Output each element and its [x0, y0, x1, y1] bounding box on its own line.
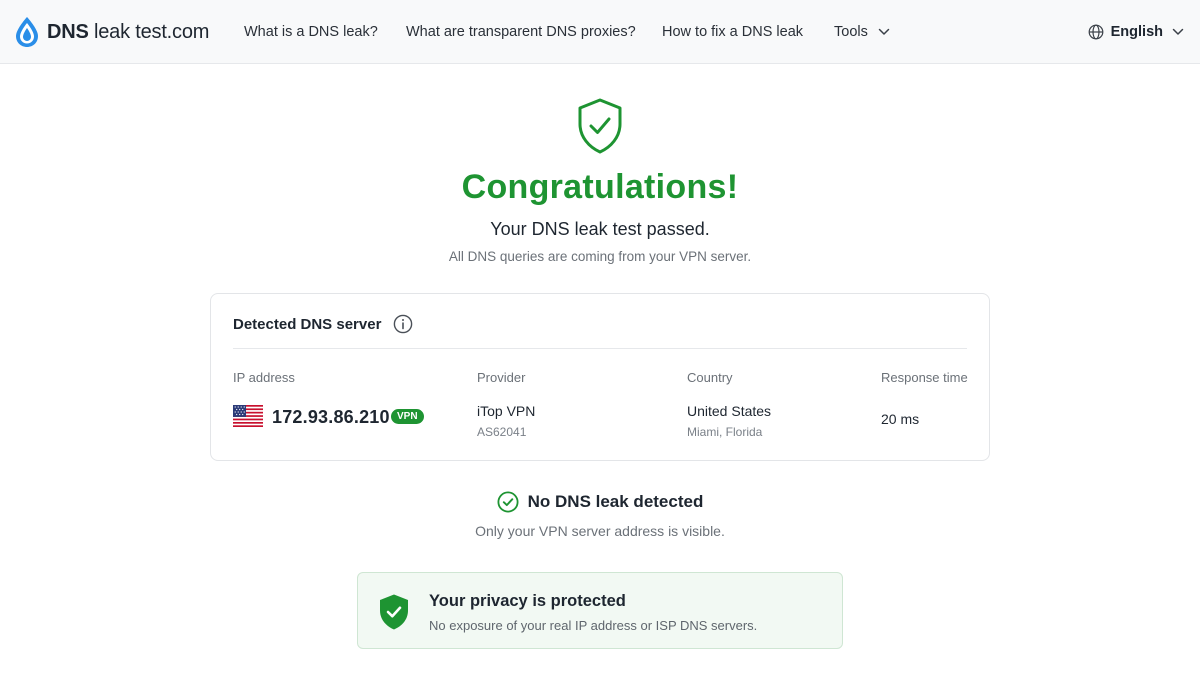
chevron-down-icon: [1172, 28, 1184, 35]
response-time-value: 20 ms: [881, 411, 920, 427]
column-header-response-time: Response time: [881, 370, 968, 385]
language-selector[interactable]: English: [1088, 22, 1184, 42]
nav-transparent-dns-proxies[interactable]: What are transparent DNS proxies?: [406, 22, 636, 42]
result-heading: Congratulations!: [461, 168, 739, 206]
language-label: English: [1110, 24, 1163, 40]
chevron-down-icon: [878, 28, 890, 35]
column-header-ip: IP address: [233, 370, 295, 385]
country-name: United States: [687, 403, 772, 419]
water-drop-logo-icon: [16, 17, 38, 47]
info-icon[interactable]: [393, 314, 413, 334]
no-leak-result: No DNS leak detected: [0, 490, 1200, 514]
vpn-badge: VPN: [391, 409, 424, 424]
privacy-title: Your privacy is protected: [429, 592, 626, 610]
globe-icon: [1088, 24, 1104, 40]
column-header-provider: Provider: [477, 370, 526, 385]
provider-name: iTop VPN: [477, 403, 536, 419]
nav-tools-label: Tools: [834, 24, 868, 40]
site-logo[interactable]: DNS leak test.com: [14, 16, 209, 48]
test-passed-text: Your DNS leak test passed.: [490, 219, 710, 239]
nav-tools-dropdown[interactable]: Tools: [834, 22, 890, 42]
privacy-protected-banner: Your privacy is protected No exposure of…: [357, 572, 843, 649]
nav-fix-dns-leak[interactable]: How to fix a DNS leak: [662, 22, 803, 42]
column-header-country: Country: [687, 370, 733, 385]
shield-check-icon: [578, 98, 622, 154]
no-leak-subtitle: Only your VPN server address is visible.: [475, 523, 725, 539]
card-divider: [233, 348, 967, 349]
card-title-text: Detected DNS server: [233, 315, 382, 333]
nav-what-is-dns-leak[interactable]: What is a DNS leak?: [244, 22, 378, 42]
us-flag-icon: [233, 405, 263, 427]
test-passed-description: All DNS queries are coming from your VPN…: [448, 249, 752, 264]
city-name: Miami, Florida: [687, 425, 763, 439]
provider-asn: AS62041: [477, 425, 527, 439]
top-navbar: DNS leak test.com What is a DNS leak? Wh…: [0, 0, 1200, 64]
no-leak-title: No DNS leak detected: [527, 492, 704, 511]
shield-check-filled-icon: [380, 594, 408, 630]
privacy-subtitle: No exposure of your real IP address or I…: [429, 618, 758, 633]
check-circle-icon: [497, 491, 519, 513]
card-title: Detected DNS server: [233, 314, 413, 334]
site-logo-text: DNS leak test.com: [47, 20, 210, 43]
dns-server-card: Detected DNS server IP address Provider …: [210, 293, 990, 461]
dns-ip-address: 172.93.86.210: [272, 407, 390, 427]
